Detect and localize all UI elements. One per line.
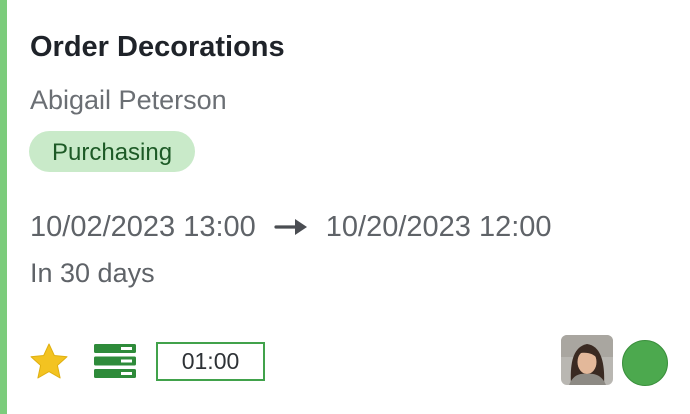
status-indicator[interactable] (622, 340, 668, 386)
avatar[interactable] (561, 335, 613, 385)
task-assignee: Abigail Peterson (30, 85, 227, 115)
card-color-bar (0, 0, 7, 414)
start-date: 10/02/2023 13:00 (30, 210, 256, 243)
date-range: 10/02/2023 13:00 10/20/2023 12:00 (30, 207, 552, 247)
arrow-right-icon (274, 219, 307, 235)
list-icon[interactable] (94, 344, 136, 378)
timer-display[interactable]: 01:00 (156, 342, 265, 381)
relative-deadline: In 30 days (30, 258, 155, 288)
task-title: Order Decorations (30, 31, 285, 63)
star-icon[interactable] (29, 342, 69, 382)
stage-tag[interactable]: Purchasing (29, 131, 196, 172)
end-date: 10/20/2023 12:00 (325, 210, 552, 243)
task-card[interactable]: Order Decorations Abigail Peterson Purch… (0, 0, 690, 414)
